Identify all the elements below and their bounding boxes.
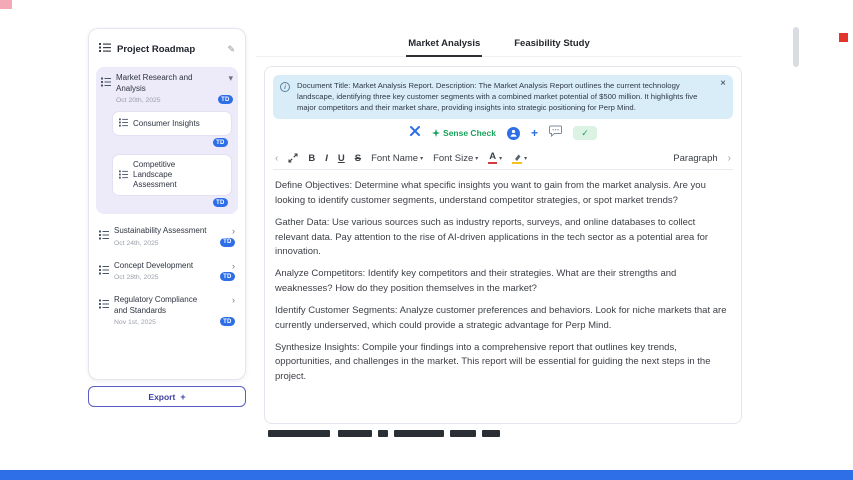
sidebar-item-sustainability[interactable]: Sustainability Assessment Oct 24th, 2025… — [96, 224, 238, 249]
chevron-down-icon[interactable]: ▾ — [228, 74, 233, 83]
edit-roadmap-icon[interactable]: ✎ — [227, 45, 235, 54]
caret-down-icon: ▾ — [524, 155, 527, 162]
sidebar-subitem-competitive-landscape[interactable]: Competitive Landscape Assessment — [113, 155, 231, 195]
sense-check-button[interactable]: Sense Check — [432, 128, 496, 138]
underline-button[interactable]: U — [338, 153, 345, 164]
tab-market-analysis[interactable]: Market Analysis — [406, 34, 482, 57]
person-icon — [509, 128, 518, 138]
info-icon: i — [280, 82, 290, 92]
font-name-dropdown[interactable]: Font Name ▾ — [371, 153, 423, 164]
chevron-right-icon[interactable]: › — [232, 262, 235, 271]
doc-paragraph: Analyze Competitors: Identify key compet… — [275, 267, 731, 296]
sidebar-title: Project Roadmap — [117, 44, 221, 55]
doc-paragraph: Synthesize Insights: Compile your findin… — [275, 341, 731, 384]
tab-feasibility-study[interactable]: Feasibility Study — [512, 34, 592, 56]
status-badge: TD — [218, 95, 233, 104]
document-info-banner: i Document Title: Market Analysis Report… — [273, 75, 733, 119]
sidebar-item-date: Oct 28th, 2025 — [114, 274, 215, 281]
banner-text: Document Title: Market Analysis Report. … — [297, 81, 697, 112]
doc-paragraph: Gather Data: Use various sources such as… — [275, 216, 731, 259]
doc-paragraph: Define Objectives: Determine what specif… — [275, 179, 731, 208]
page-scrollbar-thumb[interactable] — [793, 27, 799, 67]
comment-icon[interactable] — [549, 124, 562, 142]
toolbar-scroll-left-icon[interactable]: ‹ — [275, 153, 278, 164]
highlight-color-dropdown[interactable]: ▾ — [512, 153, 527, 164]
sidebar-item-concept-development[interactable]: Concept Development Oct 28th, 2025 › TD — [96, 259, 238, 284]
bottom-blue-bar — [0, 470, 853, 480]
export-label: Export — [148, 392, 175, 402]
crossed-tools-icon[interactable] — [409, 124, 421, 142]
toolbar-scroll-right-icon[interactable]: › — [728, 153, 731, 164]
doc-paragraph: Identify Customer Segments: Analyze cust… — [275, 304, 731, 333]
task-list-icon — [101, 74, 111, 104]
menu-icon[interactable] — [99, 40, 111, 58]
formatting-toolbar: ‹ B I U S Font Name ▾ Font Size ▾ A ▾ — [273, 148, 733, 170]
plus-icon: + — [180, 392, 185, 402]
sidebar-subitem-label: Competitive Landscape Assessment — [133, 160, 215, 190]
status-badge: TD — [220, 238, 235, 247]
sidebar-item-label: Regulatory Compliance and Standards — [114, 295, 210, 316]
bold-button[interactable]: B — [308, 153, 315, 164]
sidebar-item-market-research[interactable]: Market Research and Analysis Oct 20th, 2… — [101, 73, 233, 104]
font-size-label: Font Size — [433, 153, 473, 164]
sidebar-item-label: Concept Development — [114, 261, 210, 272]
check-icon: ✓ — [581, 128, 589, 139]
approve-button[interactable]: ✓ — [573, 126, 597, 140]
status-badge: TD — [220, 317, 235, 326]
paragraph-dropdown[interactable]: Paragraph — [673, 153, 717, 164]
sidebar-subitem-label: Consumer Insights — [133, 119, 200, 129]
task-list-icon — [119, 118, 128, 130]
add-collaborator-button[interactable]: + — [531, 127, 538, 139]
sense-check-label: Sense Check — [443, 128, 496, 138]
caret-down-icon: ▾ — [475, 155, 478, 162]
user-avatar-button[interactable] — [507, 127, 520, 140]
sparkle-icon — [432, 129, 440, 137]
sidebar-item-date: Oct 24th, 2025 — [114, 240, 215, 247]
task-list-icon — [119, 170, 128, 182]
task-list-icon — [99, 296, 109, 326]
project-roadmap-sidebar: Project Roadmap ✎ Market Research and An… — [88, 28, 246, 380]
strikethrough-button[interactable]: S — [355, 153, 361, 164]
sidebar-item-regulatory-compliance[interactable]: Regulatory Compliance and Standards Nov … — [96, 293, 238, 328]
task-list-icon — [99, 262, 109, 282]
sidebar-item-date: Nov 1st, 2025 — [114, 319, 215, 326]
sidebar-item-label: Sustainability Assessment — [114, 226, 210, 237]
ai-action-row: Sense Check + ✓ — [265, 122, 741, 144]
fullscreen-icon[interactable] — [288, 153, 298, 163]
sidebar-item-date: Oct 20th, 2025 — [116, 97, 213, 104]
chevron-right-icon[interactable]: › — [232, 296, 235, 305]
font-name-label: Font Name — [371, 153, 418, 164]
caret-down-icon: ▾ — [420, 155, 423, 162]
caret-down-icon: ▾ — [499, 155, 502, 162]
highlighter-icon — [512, 153, 522, 164]
font-size-dropdown[interactable]: Font Size ▾ — [433, 153, 478, 164]
top-right-marker — [839, 33, 848, 42]
export-button[interactable]: Export + — [88, 386, 246, 407]
document-editor-card: i Document Title: Market Analysis Report… — [264, 66, 742, 424]
task-list-icon — [99, 227, 109, 247]
document-tabs: Market Analysis Feasibility Study — [256, 34, 742, 57]
sidebar-item-label: Market Research and Analysis — [116, 73, 212, 94]
close-icon[interactable]: × — [720, 79, 726, 90]
app-window: Project Roadmap ✎ Market Research and An… — [0, 0, 853, 480]
text-color-label: A — [488, 152, 497, 164]
chevron-right-icon[interactable]: › — [232, 227, 235, 236]
sidebar-header: Project Roadmap ✎ — [96, 39, 238, 67]
italic-button[interactable]: I — [325, 153, 328, 164]
document-body[interactable]: Define Objectives: Determine what specif… — [265, 170, 741, 384]
sidebar-subitem-consumer-insights[interactable]: Consumer Insights — [113, 112, 231, 135]
sidebar-group-market-research: Market Research and Analysis Oct 20th, 2… — [96, 67, 238, 214]
status-badge: TD — [213, 138, 228, 147]
clipped-next-card — [256, 428, 742, 437]
status-badge: TD — [220, 272, 235, 281]
top-left-marker — [0, 0, 12, 9]
text-color-dropdown[interactable]: A ▾ — [488, 152, 502, 164]
status-badge: TD — [213, 198, 228, 207]
